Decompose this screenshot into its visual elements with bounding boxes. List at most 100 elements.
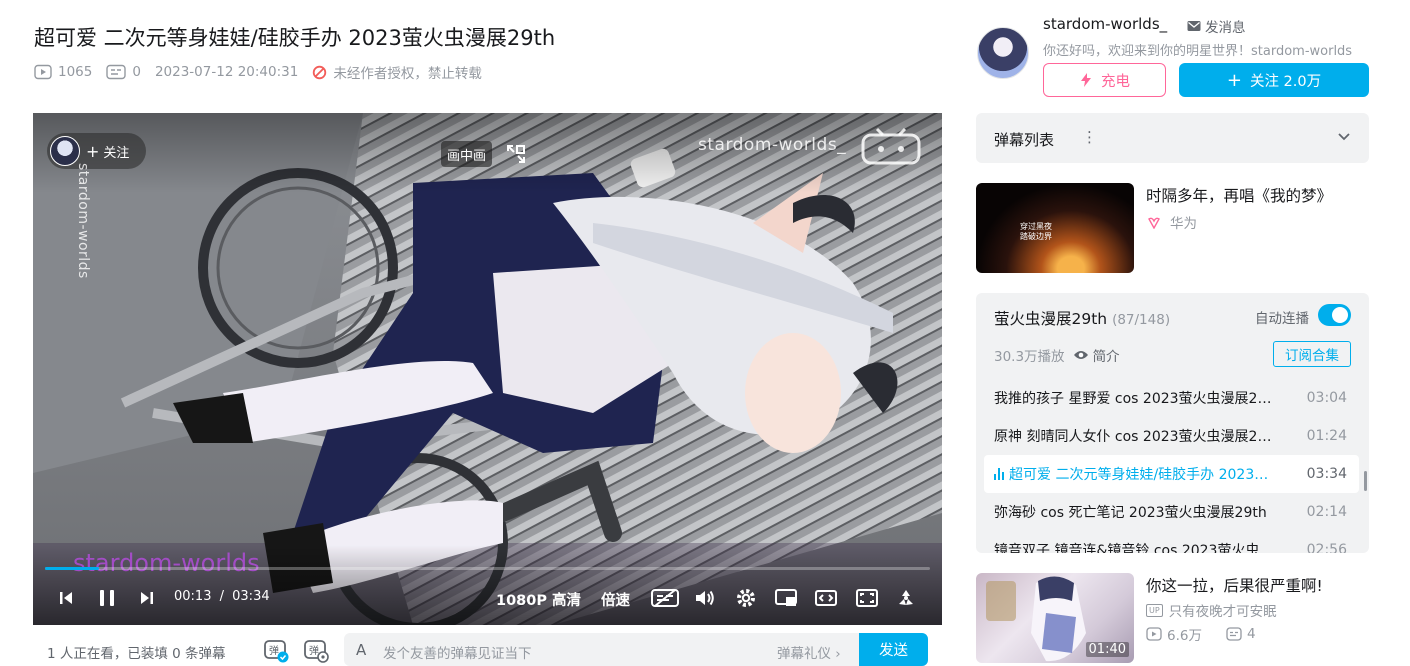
ad-thumb-text: 踏破边界 (1020, 232, 1052, 241)
list-item-active[interactable]: 超可爱 二次元等身娃娃/硅胶手办 2023萤火虫漫展29th 03:34 (984, 455, 1359, 493)
danmaku-etiquette-link[interactable]: 弹幕礼仪 › (777, 642, 841, 662)
recommended-danmaku-count: 4 (1246, 626, 1256, 642)
episode-title: 镜音双子 镜音连&镜音铃 cos 2023萤火虫漫展29th (994, 543, 1276, 553)
recommended-video-card[interactable]: 01:40 你这一拉，后果很严重啊! UP 只有夜晚才可安眠 6.6万 4 (976, 573, 1369, 663)
time-separator: / (219, 589, 224, 604)
text-style-icon[interactable]: A (356, 641, 366, 659)
web-fullscreen-icon[interactable] (856, 588, 878, 608)
uploader-mini-avatar (50, 136, 80, 166)
collection-plays: 30.3万播放 (994, 349, 1065, 365)
views-stat: 1065 (34, 64, 92, 80)
more-vertical-icon[interactable]: ⋮ (1082, 128, 1097, 146)
danmaku-list-panel[interactable]: 弹幕列表 ⋮ (976, 113, 1369, 163)
player-follow-button[interactable]: + 关注 (47, 133, 146, 169)
danmaku-overlay-text: stardom-worlds (73, 549, 260, 577)
intro-label: 简介 (1092, 349, 1120, 365)
danmaku-settings-icon[interactable]: 弹 (303, 637, 329, 663)
danmaku-toggle-icon[interactable]: 弹 (263, 637, 289, 663)
playback-time: 00:13 / 03:34 (174, 589, 270, 604)
speed-button[interactable]: 倍速 (601, 589, 630, 610)
list-item[interactable]: 原神 刻晴同人女仆 cos 2023萤火虫漫展29th 01:24 (984, 417, 1359, 455)
svg-text:弹: 弹 (309, 644, 319, 657)
episode-title: 超可爱 二次元等身娃娃/硅胶手办 2023萤火虫漫展29th (1009, 467, 1271, 483)
next-icon[interactable] (138, 589, 156, 607)
video-title: 超可爱 二次元等身娃娃/硅胶手办 2023萤火虫漫展29th (34, 26, 556, 50)
list-item[interactable]: 镜音双子 镜音连&镜音铃 cos 2023萤火虫漫展29th 02:56 (984, 531, 1359, 553)
recommended-views: 6.6万 (1146, 624, 1214, 644)
recommended-author-name: 只有夜晚才可安眠 (1168, 604, 1277, 620)
uploader-description: 你还好吗，欢迎来到你的明星世界！stardom-worlds (1043, 44, 1353, 59)
copyright-text: 未经作者授权，禁止转载 (333, 66, 482, 82)
episode-title: 弥海砂 cos 死亡笔记 2023萤火虫漫展29th (994, 505, 1267, 521)
recommended-thumbnail[interactable]: 01:40 (976, 573, 1134, 663)
uploader-name[interactable]: stardom-worlds_ (1043, 15, 1167, 33)
chevron-down-icon[interactable] (1337, 129, 1351, 143)
now-playing-icon (994, 468, 1004, 480)
charge-button[interactable]: 充电 (1043, 63, 1166, 97)
subscribe-collection-button[interactable]: 订阅合集 (1273, 341, 1351, 367)
previous-icon[interactable] (57, 589, 75, 607)
list-item[interactable]: 弥海砂 cos 死亡笔记 2023萤火虫漫展29th 02:14 (984, 493, 1359, 531)
send-message-link[interactable]: 发消息 (1187, 16, 1246, 36)
etiquette-label: 弹幕礼仪 (777, 646, 831, 662)
episode-duration: 02:14 (1306, 504, 1347, 520)
watching-count: 1 人正在看，已装填 0 条弹幕 (47, 646, 226, 662)
send-danmaku-button[interactable]: 发送 (859, 633, 928, 666)
progress-fill (45, 567, 99, 570)
video-player[interactable]: + 关注 画中画 stardom-worlds_ stardom-worlds … (33, 113, 942, 625)
ad-title[interactable]: 时隔多年，再唱《我的梦》 (1146, 184, 1332, 206)
play-count-icon (1146, 627, 1162, 641)
collection-stats: 30.3万播放 简介 (994, 345, 1120, 365)
huawei-logo-icon (1148, 217, 1160, 229)
ad-card[interactable]: 穿过黑夜 踏破边界 时隔多年，再唱《我的梦》 华为 (976, 183, 1369, 273)
danmaku-placeholder: 发个友善的弹幕见证当下 (383, 646, 532, 662)
widescreen-icon[interactable] (815, 588, 837, 608)
current-time: 00:13 (174, 589, 212, 604)
recommended-author[interactable]: UP 只有夜晚才可安眠 (1146, 600, 1277, 620)
pip-button[interactable]: 画中画 (441, 141, 493, 167)
collection-title[interactable]: 萤火虫漫展29th (87/148) (994, 307, 1170, 329)
recommended-title[interactable]: 你这一拉，后果很严重啊! (1146, 574, 1323, 596)
bilibili-logo-icon (861, 127, 921, 165)
episode-title: 原神 刻晴同人女仆 cos 2023萤火虫漫展29th (994, 429, 1276, 445)
episode-duration: 03:34 (1306, 466, 1347, 482)
plus-icon: + (86, 141, 100, 161)
follow-button[interactable]: + 关注 2.0万 (1179, 63, 1369, 97)
quality-button[interactable]: 1080P 高清 (496, 589, 581, 610)
ad-thumbnail[interactable]: 穿过黑夜 踏破边界 (976, 183, 1134, 273)
list-item[interactable]: 我推的孩子 星野爱 cos 2023萤火虫漫展29th 03:04 (984, 379, 1359, 417)
collection-name: 萤火虫漫展29th (994, 310, 1108, 328)
recommended-duration: 01:40 (1085, 642, 1129, 657)
total-time: 03:34 (232, 589, 270, 604)
ad-brand[interactable]: 华为 (1146, 212, 1197, 232)
pip-icon[interactable] (505, 143, 527, 165)
volume-icon[interactable] (694, 588, 716, 608)
danmaku-list-label: 弹幕列表 (994, 131, 1055, 149)
fullscreen-icon[interactable] (895, 587, 917, 609)
uploader-avatar[interactable] (977, 27, 1029, 79)
danmaku-stat: 0 (106, 64, 141, 80)
pause-icon[interactable] (96, 587, 118, 609)
eye-icon (1073, 351, 1088, 359)
autoplay-label: 自动连播 (1255, 311, 1309, 327)
side-watermark: stardom-worlds (75, 163, 91, 279)
mini-player-icon[interactable] (775, 588, 797, 608)
progress-bar[interactable] (45, 567, 930, 570)
danmaku-send-bar: 1 人正在看，已装填 0 条弹幕 弹 弹 A 发个友善的弹幕见证当下 弹幕礼仪 … (33, 628, 942, 666)
danmaku-count-icon (106, 64, 127, 80)
collection-list: 我推的孩子 星野爱 cos 2023萤火虫漫展29th 03:04 原神 刻晴同… (984, 379, 1359, 553)
forbidden-icon (313, 65, 327, 79)
autoplay-toggle[interactable] (1318, 304, 1351, 326)
subtitle-off-icon[interactable] (651, 588, 679, 608)
follow-label: 关注 2.0万 (1249, 73, 1322, 90)
ad-brand-name: 华为 (1170, 216, 1197, 232)
recommended-stats: 6.6万 4 (1146, 624, 1280, 644)
chevron-right-icon: › (835, 646, 841, 662)
danmaku-input[interactable]: A 发个友善的弹幕见证当下 弹幕礼仪 › (344, 633, 928, 666)
collection-intro-link[interactable]: 简介 (1073, 345, 1120, 365)
episode-duration: 02:56 (1306, 542, 1347, 553)
plus-icon: + (1226, 69, 1242, 91)
video-meta: 1065 0 2023-07-12 20:40:31 未经作者授权，禁止转载 (34, 62, 496, 82)
settings-gear-icon[interactable] (735, 587, 757, 609)
collection-scrollbar[interactable] (1364, 471, 1367, 491)
